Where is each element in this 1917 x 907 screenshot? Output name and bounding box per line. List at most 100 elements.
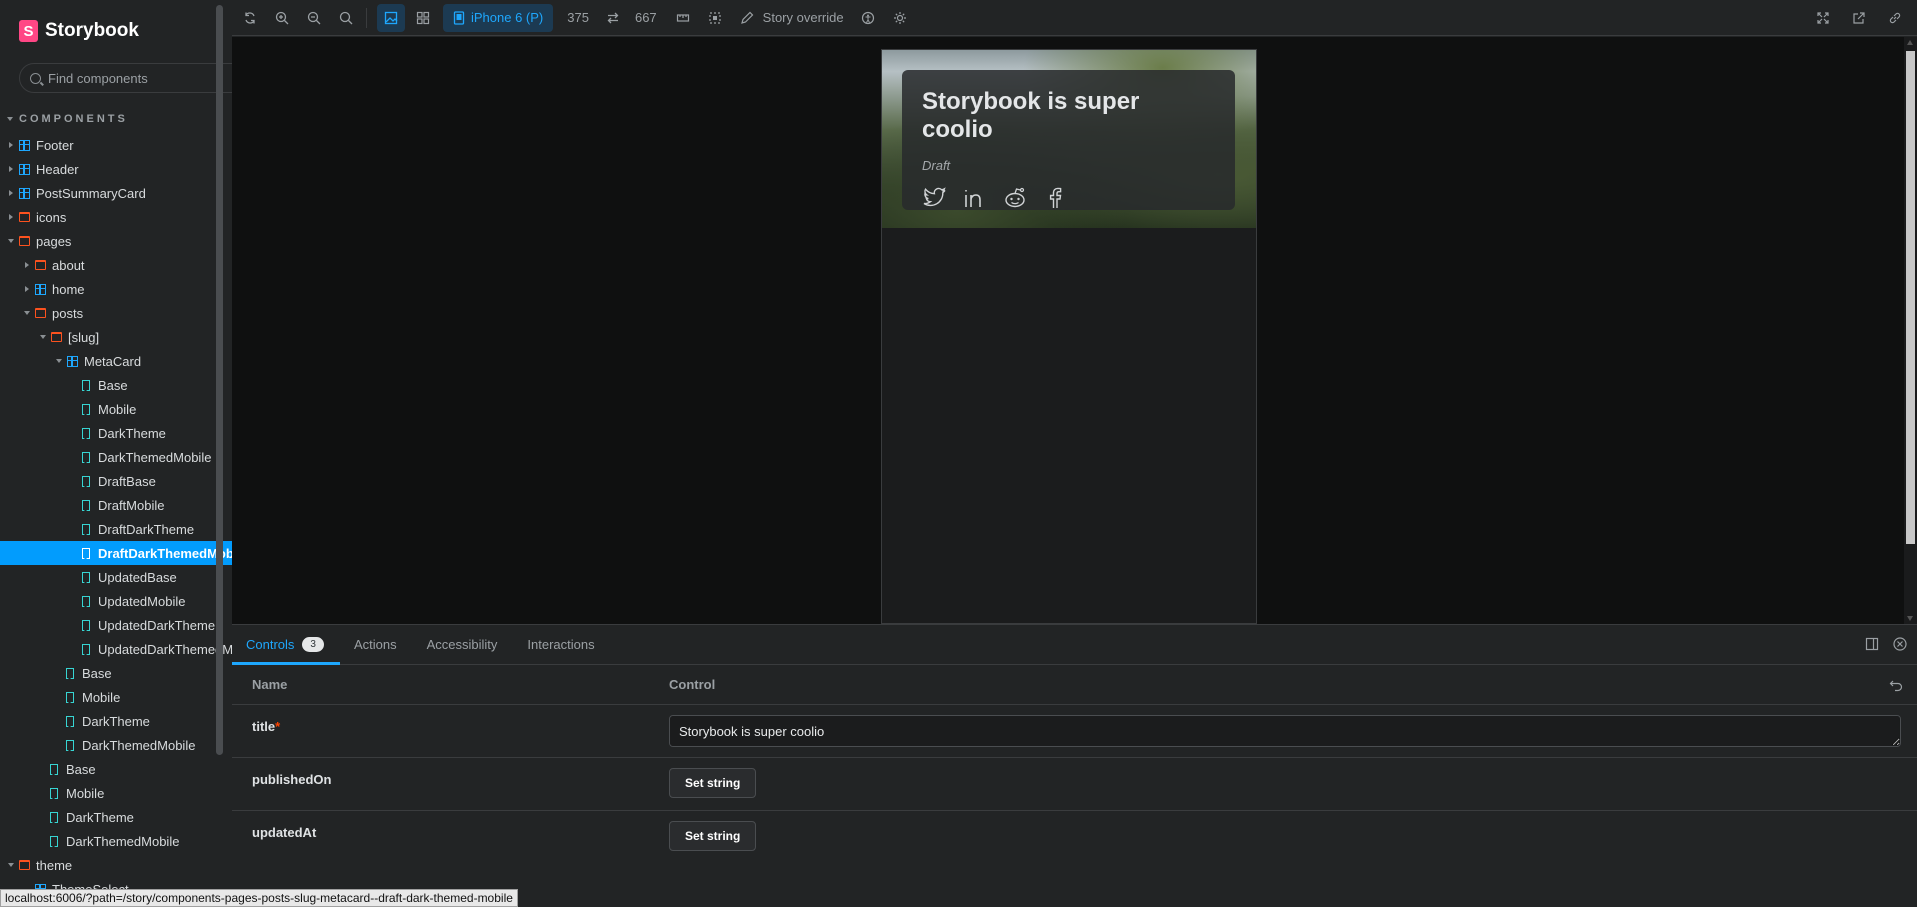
folder-icon [35,260,46,270]
components-section-header[interactable]: COMPONENTS [7,113,128,125]
scroll-thumb[interactable] [1906,51,1915,544]
rotate-viewport-button[interactable] [599,4,627,32]
reddit-icon[interactable] [1002,185,1028,211]
theme-toggle-button[interactable] [886,4,914,32]
set-string-button[interactable]: Set string [669,768,757,798]
measure-button[interactable] [669,4,697,32]
close-icon[interactable] [1893,637,1907,651]
sidebar-item-pages[interactable]: pages [0,229,232,253]
story-override-icon-button[interactable] [733,4,761,32]
sidebar-story-darktheme[interactable]: DarkTheme [0,805,232,829]
linkedin-icon[interactable] [962,185,988,211]
sidebar-story-base[interactable]: Base [0,757,232,781]
sidebar-item-slug[interactable]: [slug] [0,325,232,349]
background-button[interactable] [377,3,405,32]
copy-link-button[interactable] [1881,4,1909,32]
sidebar-story-draftmobile[interactable]: DraftMobile [0,493,232,517]
sidebar-item-label: UpdatedBase [98,569,177,585]
undo-icon[interactable] [1889,678,1903,692]
preview-scrollbar[interactable] [1904,37,1917,624]
sidebar-story-mobile[interactable]: Mobile [0,685,232,709]
sidebar-item-label: theme [36,857,73,873]
sidebar-story-darktheme[interactable]: DarkTheme [0,421,232,445]
bookmark-icon [66,715,74,727]
sidebar-story-darktheme[interactable]: DarkTheme [0,709,232,733]
chevron-right-icon [25,262,29,268]
sidebar-story-updateddarkthemedmobile[interactable]: UpdatedDarkThemedMobile [0,637,232,661]
twitter-icon[interactable] [922,185,948,211]
sidebar-item-label: Base [66,761,96,777]
control-name-label: title [252,719,276,734]
brand[interactable]: S Storybook [19,20,139,42]
sidebar-story-darkthemedmobile[interactable]: DarkThemedMobile [0,829,232,853]
grid-button[interactable] [409,4,437,32]
sidebar-story-updatedbase[interactable]: UpdatedBase [0,565,232,589]
preview-canvas: Storybook is super coolio Draft [232,37,1917,624]
set-string-button[interactable]: Set string [669,821,757,851]
hero-image: Storybook is super coolio Draft [882,50,1256,228]
sidebar-item-header[interactable]: Header [0,157,232,181]
sidebar-story-base[interactable]: Base [0,661,232,685]
sidebar-item-posts[interactable]: posts [0,301,232,325]
sidebar-alt-icon[interactable] [1865,637,1879,651]
sidebar-item-icons[interactable]: icons [0,205,232,229]
meta-card: Storybook is super coolio Draft [902,70,1235,210]
tab-accessibility[interactable]: Accessibility [427,624,498,664]
title-input[interactable]: Storybook is super coolio [669,715,1901,747]
chevron-down-icon [8,863,14,867]
fullscreen-button[interactable] [1809,4,1837,32]
transfer-icon [607,12,619,23]
outline-button[interactable] [701,4,729,32]
scroll-up-icon[interactable] [1907,40,1913,45]
card-title: Storybook is super coolio [922,88,1140,143]
scroll-down-icon[interactable] [1907,616,1913,621]
tab-label: Controls [246,636,295,652]
bookmark-icon [66,667,74,679]
zoom-in-button[interactable] [268,4,296,32]
viewport-width[interactable]: 375 [567,10,589,25]
sidebar-story-darkthemedmobile[interactable]: DarkThemedMobile [0,445,232,469]
sidebar-story-mobile[interactable]: Mobile [0,781,232,805]
sidebar-story-updatedmobile[interactable]: UpdatedMobile [0,589,232,613]
bookmark-icon [82,379,90,391]
sidebar-story-updateddarktheme[interactable]: UpdatedDarkTheme [0,613,232,637]
sidebar-item-label: [slug] [68,329,100,345]
accessibility-button[interactable] [854,4,882,32]
sidebar-item-label: DarkThemedMobile [66,833,180,849]
tab-interactions[interactable]: Interactions [527,624,594,664]
sidebar-item-footer[interactable]: Footer [0,133,232,157]
bookmark-icon [82,571,90,583]
control-name: publishedOn [252,772,332,787]
sidebar-item-metacard[interactable]: MetaCard [0,349,232,373]
viewport-selector[interactable]: iPhone 6 (P) [443,3,554,32]
sidebar-item-postsummarycard[interactable]: PostSummaryCard [0,181,232,205]
story-override-label[interactable]: Story override [763,10,844,25]
open-new-tab-button[interactable] [1845,4,1873,32]
sidebar-story-draftdarkthemedmobile[interactable]: DraftDarkThemedMobile [0,541,232,565]
tab-actions[interactable]: Actions [354,624,397,664]
sidebar-scrollbar[interactable] [216,5,223,755]
remount-button[interactable] [236,4,264,32]
chevron-right-icon [9,214,13,220]
sidebar-story-darkthemedmobile[interactable]: DarkThemedMobile [0,733,232,757]
sidebar-item-about[interactable]: about [0,253,232,277]
sidebar-story-mobile[interactable]: Mobile [0,397,232,421]
controls-count-badge: 3 [302,636,324,652]
search-box[interactable] [19,63,232,93]
sidebar-story-draftbase[interactable]: DraftBase [0,469,232,493]
sidebar-item-label: UpdatedDarkTheme [98,617,216,633]
sidebar-story-draftdarktheme[interactable]: DraftDarkTheme [0,517,232,541]
sidebar-item-label: DarkTheme [98,425,166,441]
search-input[interactable] [48,70,228,86]
facebook-icon[interactable] [1042,185,1068,211]
zoom-reset-button[interactable] [332,4,360,32]
folder-icon [19,212,30,222]
zoom-out-button[interactable] [300,4,328,32]
brand-name: Storybook [45,20,139,41]
component-icon [19,139,30,151]
sidebar-item-theme[interactable]: theme [0,853,232,877]
tab-controls[interactable]: Controls 3 [232,624,340,665]
viewport-height[interactable]: 667 [635,10,657,25]
sidebar-item-home[interactable]: home [0,277,232,301]
sidebar-story-base[interactable]: Base [0,373,232,397]
